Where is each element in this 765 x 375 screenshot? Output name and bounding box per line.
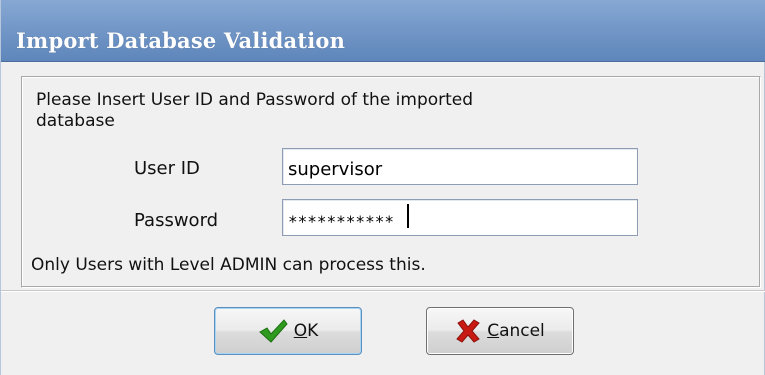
divider <box>1 290 765 292</box>
checkmark-icon <box>258 319 288 343</box>
instruction-text: Please Insert User ID and Password of th… <box>36 90 474 131</box>
ok-button[interactable]: OK <box>214 307 362 355</box>
ok-label: OK <box>293 321 319 341</box>
cancel-button[interactable]: Cancel <box>426 307 574 355</box>
user-id-input[interactable] <box>282 148 638 185</box>
cancel-label: Cancel <box>487 321 545 341</box>
admin-note: Only Users with Level ADMIN can process … <box>31 255 426 275</box>
title-bar[interactable]: Import Database Validation <box>1 0 765 62</box>
text-caret <box>407 204 409 228</box>
password-input[interactable] <box>282 199 638 236</box>
password-label: Password <box>134 210 219 231</box>
user-id-label: User ID <box>134 158 200 179</box>
x-icon <box>456 319 480 343</box>
import-validation-dialog: Import Database Validation Please Insert… <box>0 0 765 375</box>
window-title: Import Database Validation <box>16 28 346 53</box>
